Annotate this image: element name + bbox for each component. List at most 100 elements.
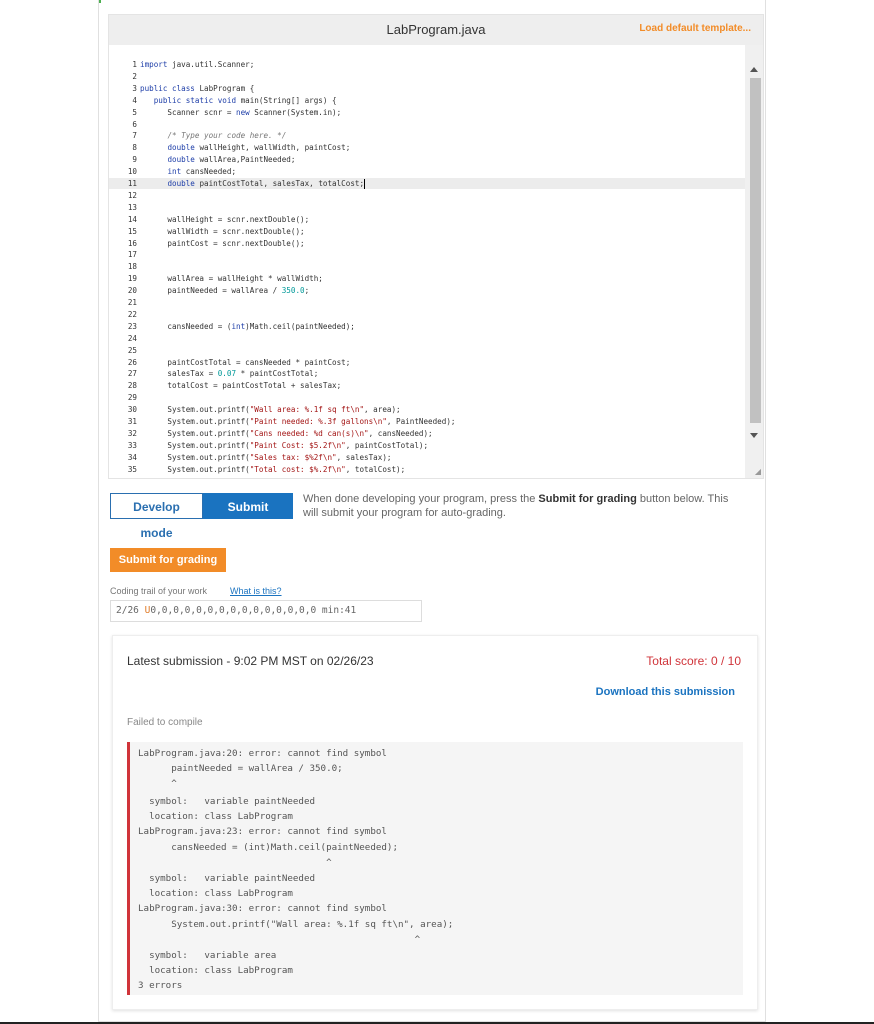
code-line[interactable]: 1 import java.util.Scanner; (109, 59, 745, 70)
mode-desc-text-1: When done developing your program, press… (303, 493, 539, 505)
code-line[interactable]: 25 (109, 345, 745, 356)
line-code[interactable]: System.out.printf("Wall area: %.1f sq ft… (140, 404, 400, 415)
line-number: 12 (127, 190, 137, 200)
code-line[interactable]: 8 double wallHeight, wallWidth, paintCos… (109, 142, 745, 153)
code-line[interactable]: 5 Scanner scnr = new Scanner(System.in); (109, 107, 745, 118)
line-number: 14 (127, 214, 137, 224)
code-line[interactable]: 15 wallWidth = scnr.nextDouble(); (109, 226, 745, 237)
code-line[interactable]: 30 System.out.printf("Wall area: %.1f sq… (109, 404, 745, 415)
line-code[interactable]: System.out.printf("Sales tax: $%2f\n", s… (140, 452, 391, 463)
error-line: LabProgram.java:20: error: cannot find s… (138, 748, 387, 759)
code-line[interactable]: 24 (109, 333, 745, 344)
line-code[interactable]: System.out.printf("Total cost: $%.2f\n",… (140, 464, 405, 475)
code-line[interactable]: 10 int cansNeeded; (109, 166, 745, 177)
code-line[interactable]: 32 System.out.printf("Cans needed: %d ca… (109, 428, 745, 439)
code-line[interactable]: 33 System.out.printf("Paint Cost: $5.2f\… (109, 440, 745, 451)
line-number: 4 (132, 95, 137, 105)
line-number: 31 (127, 417, 137, 426)
code-line[interactable]: 16 paintCost = scnr.nextDouble(); (109, 238, 745, 249)
line-code[interactable]: wallHeight = scnr.nextDouble(); (140, 214, 309, 225)
resize-grip-icon[interactable]: ◢ (755, 467, 761, 476)
load-default-template-link[interactable]: Load default template... (639, 23, 751, 34)
line-number: 17 (127, 250, 137, 260)
code-line[interactable]: 19 wallArea = wallHeight * wallWidth; (109, 273, 745, 284)
line-code[interactable]: public static void main(String[] args) { (140, 95, 337, 106)
code-line[interactable]: 34 System.out.printf("Sales tax: $%2f\n"… (109, 452, 745, 463)
line-number: 22 (127, 309, 137, 319)
line-number: 5 (132, 107, 137, 117)
line-code[interactable]: } (140, 476, 159, 479)
error-line: symbol: variable area (138, 950, 277, 961)
line-code[interactable]: double paintCostTotal, salesTax, totalCo… (140, 178, 366, 189)
total-score: Total score: 0 / 10 (646, 654, 741, 668)
scroll-down-icon[interactable] (750, 433, 758, 438)
download-submission-link[interactable]: Download this submission (596, 686, 735, 698)
line-code[interactable]: System.out.printf("Paint needed: %.3f ga… (140, 416, 455, 427)
line-code[interactable]: salesTax = 0.07 * paintCostTotal; (140, 368, 318, 379)
code-line[interactable]: 26 paintCostTotal = cansNeeded * paintCo… (109, 357, 745, 368)
code-line[interactable]: 21 (109, 297, 745, 308)
line-code[interactable]: /* Type your code here. */ (140, 130, 286, 141)
coding-trail-label: Coding trail of your work (110, 586, 208, 596)
scroll-up-icon[interactable] (750, 67, 758, 72)
develop-mode-button[interactable]: Develop mode (110, 493, 203, 540)
line-code[interactable]: int cansNeeded; (140, 166, 236, 177)
code-line[interactable]: 36 } (109, 476, 745, 479)
code-area[interactable]: 1 import java.util.Scanner; 2 3 public class… (109, 45, 745, 478)
line-code[interactable]: Scanner scnr = new Scanner(System.in); (140, 107, 341, 118)
line-number: 26 (127, 357, 137, 367)
error-line: System.out.printf("Wall area: %.1f sq ft… (138, 919, 454, 930)
line-code[interactable]: import java.util.Scanner; (140, 59, 254, 70)
line-code[interactable]: wallWidth = scnr.nextDouble(); (140, 226, 304, 237)
line-code[interactable]: paintCost = scnr.nextDouble(); (140, 238, 304, 249)
line-number: 30 (127, 405, 137, 415)
coding-trail-box: 2/26 U0,0,0,0,0,0,0,0,0,0,0,0,0,0,0 min:… (110, 600, 422, 622)
scroll-thumb[interactable] (750, 78, 761, 423)
code-line[interactable]: 27 salesTax = 0.07 * paintCostTotal; (109, 368, 745, 379)
code-line[interactable]: 29 (109, 392, 745, 403)
error-line: location: class LabProgram (138, 811, 293, 822)
code-line[interactable]: 6 (109, 119, 745, 130)
code-line[interactable]: 28 totalCost = paintCostTotal + salesTax… (109, 380, 745, 391)
code-line[interactable]: 22 (109, 309, 745, 320)
error-line: symbol: variable paintNeeded (138, 873, 316, 884)
code-line[interactable]: 18 (109, 261, 745, 272)
code-line[interactable]: 35 System.out.printf("Total cost: $%.2f\… (109, 464, 745, 475)
mode-desc-bold: Submit for grading (538, 493, 637, 505)
line-number: 2 (132, 71, 137, 81)
code-line[interactable]: 3 public class LabProgram { (109, 83, 745, 94)
submit-for-grading-button[interactable]: Submit for grading (110, 548, 226, 572)
code-line[interactable]: 13 (109, 202, 745, 213)
line-number: 19 (127, 274, 137, 284)
code-line[interactable]: 17 (109, 249, 745, 260)
code-editor[interactable]: LabProgram.java Load default template...… (108, 14, 764, 479)
line-code[interactable]: paintCostTotal = cansNeeded * paintCost; (140, 357, 350, 368)
code-line[interactable]: 23 cansNeeded = (int)Math.ceil(paintNeed… (109, 321, 745, 332)
code-line[interactable]: 11 double paintCostTotal, salesTax, tota… (109, 178, 745, 189)
submit-mode-button[interactable]: Submit mode (203, 493, 293, 540)
editor-scrollbar[interactable] (745, 45, 763, 478)
code-line[interactable]: 7 /* Type your code here. */ (109, 130, 745, 141)
what-is-this-link[interactable]: What is this? (230, 586, 282, 596)
line-number: 33 (127, 440, 137, 450)
line-number: 13 (127, 202, 137, 212)
code-line[interactable]: 9 double wallArea,PaintNeeded; (109, 154, 745, 165)
code-line[interactable]: 31 System.out.printf("Paint needed: %.3f… (109, 416, 745, 427)
line-code[interactable]: paintNeeded = wallArea / 350.0; (140, 285, 309, 296)
submission-panel: Latest submission - 9:02 PM MST on 02/26… (112, 635, 758, 1010)
line-code[interactable]: System.out.printf("Paint Cost: $5.2f\n",… (140, 440, 428, 451)
line-code[interactable]: double wallHeight, wallWidth, paintCost; (140, 142, 350, 153)
code-line[interactable]: 2 (109, 71, 745, 82)
code-line[interactable]: 4 public static void main(String[] args)… (109, 95, 745, 106)
code-line[interactable]: 12 (109, 190, 745, 201)
code-line[interactable]: 20 paintNeeded = wallArea / 350.0; (109, 285, 745, 296)
line-number: 3 (132, 83, 137, 93)
line-code[interactable]: totalCost = paintCostTotal + salesTax; (140, 380, 341, 391)
code-line[interactable]: 14 wallHeight = scnr.nextDouble(); (109, 214, 745, 225)
line-code[interactable]: public class LabProgram { (140, 83, 254, 94)
line-code[interactable]: cansNeeded = (int)Math.ceil(paintNeeded)… (140, 321, 354, 332)
line-code[interactable]: double wallArea,PaintNeeded; (140, 154, 295, 165)
line-code[interactable]: System.out.printf("Cans needed: %d can(s… (140, 428, 432, 439)
line-code[interactable]: wallArea = wallHeight * wallWidth; (140, 273, 322, 284)
line-number: 34 (127, 452, 137, 462)
